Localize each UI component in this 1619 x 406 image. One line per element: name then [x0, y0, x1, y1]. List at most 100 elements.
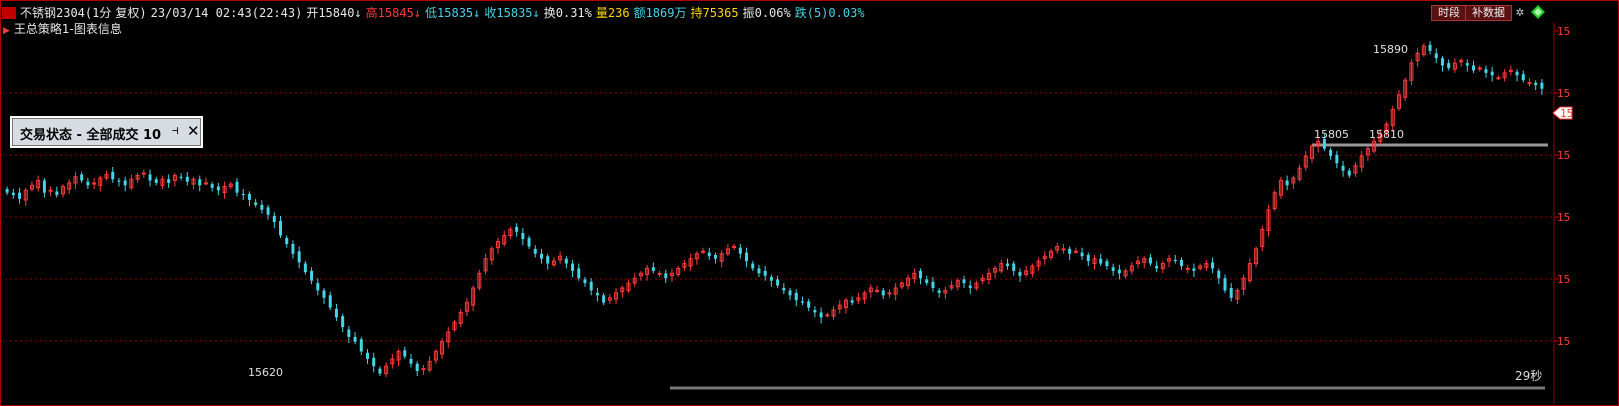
candle-body [1484, 69, 1488, 73]
candle-body [148, 174, 152, 181]
candles [5, 41, 1544, 378]
close-icon[interactable]: ✕ [187, 122, 200, 140]
candle-body [1465, 63, 1469, 66]
candle-body [279, 220, 283, 236]
candle-body [1335, 154, 1339, 164]
trade-status-title: 交易状态 - 全部成交 10 [20, 128, 162, 143]
candle-body [11, 192, 15, 196]
candle-body [421, 368, 426, 371]
candle-body [515, 226, 519, 232]
candle-body [415, 363, 419, 372]
candle-body [1018, 272, 1022, 276]
level-lines [670, 143, 1548, 390]
candle-body [1472, 65, 1476, 71]
candle-body [1217, 270, 1221, 279]
candle-body [328, 295, 332, 308]
candle-body [266, 207, 270, 215]
candle-body [931, 281, 935, 288]
candle-body [1540, 82, 1544, 89]
axis-tick-label: 15 [1557, 87, 1570, 100]
candle-body [1515, 71, 1519, 76]
countdown-label: 29秒 [1515, 369, 1543, 383]
candle-body [123, 180, 127, 186]
candle-body [701, 250, 706, 253]
candle-body [185, 176, 189, 182]
candle-body [521, 233, 525, 240]
candle-body [583, 279, 587, 284]
candle-body [359, 339, 363, 352]
candle-body [539, 253, 543, 259]
candle-body [154, 179, 158, 183]
candle-body [881, 290, 885, 296]
candle-body [571, 263, 575, 271]
grid-lines [0, 22, 1555, 404]
candle-body [378, 368, 382, 374]
candle-body [1111, 267, 1115, 271]
candle-body [1347, 170, 1351, 176]
candle-body [366, 352, 370, 359]
candle-body [807, 301, 811, 308]
candle-body [347, 329, 351, 337]
candle-body [968, 285, 972, 288]
candle-body [713, 255, 717, 259]
candle-body [55, 191, 59, 196]
candle-body [962, 279, 966, 284]
candle-body [1223, 278, 1227, 291]
candle-body [664, 273, 668, 279]
level-annotation-1: 15805 [1314, 128, 1349, 141]
candle-body [657, 272, 662, 275]
candle-body [291, 244, 295, 254]
candlestick-chart: 15 15 15 15 15 15 15 [0, 22, 1573, 404]
candle-body [925, 279, 929, 284]
candle-body [1490, 71, 1494, 76]
candle-body [80, 174, 84, 181]
candle-body [1086, 255, 1090, 262]
candle-body [1068, 248, 1072, 254]
candle-body [1285, 180, 1289, 186]
candle-body [1099, 258, 1103, 264]
candle-body [1192, 268, 1196, 271]
candle-body [527, 237, 531, 247]
candle-body [297, 251, 301, 263]
candle-body [1329, 149, 1333, 156]
candle-body [595, 292, 599, 296]
candle-body [1440, 58, 1444, 66]
candle-body [322, 290, 326, 298]
candle-body [254, 202, 258, 205]
candle-body [875, 289, 880, 292]
candle-body [1527, 82, 1532, 85]
candle-body [241, 193, 245, 196]
candle-body [1434, 53, 1438, 59]
candle-body [1496, 77, 1501, 80]
candle-body [1447, 63, 1451, 68]
candle-body [887, 292, 892, 295]
candle-body [285, 237, 289, 244]
candle-body [48, 189, 53, 192]
candle-body [1173, 259, 1177, 262]
candle-body [1508, 69, 1513, 72]
candle-body [564, 258, 568, 264]
candle-body [111, 171, 115, 180]
candle-body [546, 256, 550, 264]
candle-body [1080, 252, 1084, 257]
candle-body [1179, 259, 1183, 266]
candle-body [341, 316, 345, 328]
candle-body [18, 192, 22, 199]
axis-tick-label: 15 [1557, 149, 1570, 162]
candle-body [272, 215, 276, 222]
candle-body [409, 358, 413, 364]
candle-body [732, 245, 737, 248]
candle-body [651, 267, 655, 271]
pin-icon[interactable]: ⊣ [172, 124, 179, 137]
candle-body [782, 288, 786, 291]
candle-body [372, 357, 376, 367]
candle-body [800, 301, 804, 303]
candle-body [937, 290, 941, 293]
axis-tick-label: 15 [1557, 211, 1570, 224]
trade-status-panel[interactable]: 交易状态 - 全部成交 10 ⊣ ✕ [10, 116, 203, 148]
candle-body [1006, 263, 1010, 266]
candle-body [707, 252, 711, 257]
candle-body [589, 281, 593, 291]
candle-body [198, 179, 202, 186]
candle-body [788, 290, 792, 296]
